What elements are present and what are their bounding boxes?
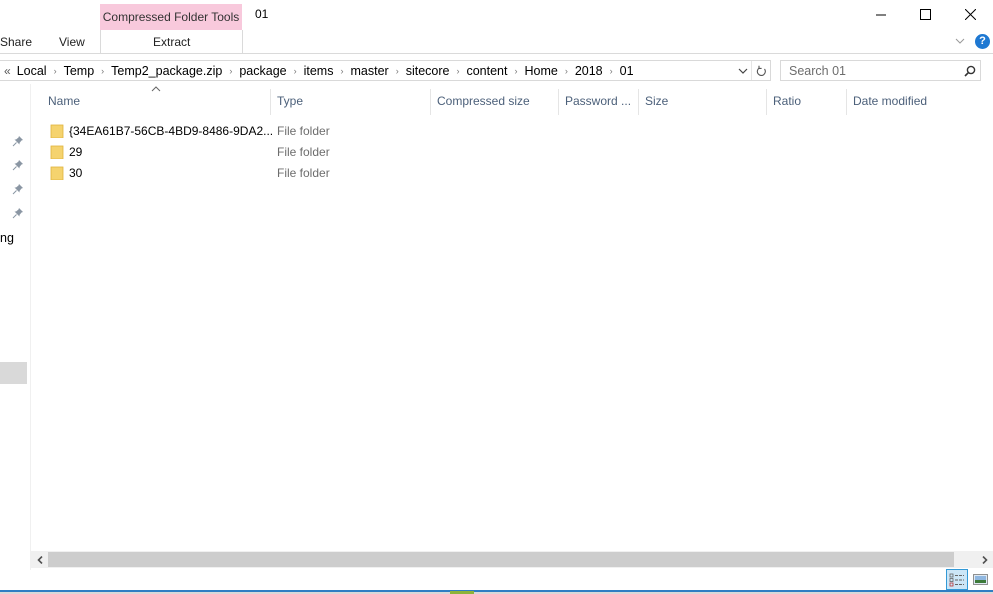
- refresh-icon: [756, 65, 766, 76]
- file-type: File folder: [277, 144, 330, 159]
- column-header-size[interactable]: Size: [639, 87, 766, 115]
- minimize-icon: [876, 14, 886, 15]
- breadcrumb-separator-icon[interactable]: ›: [98, 66, 107, 76]
- chevron-left-icon: [36, 555, 43, 564]
- column-header-name[interactable]: Name: [42, 87, 270, 115]
- file-type: File folder: [277, 123, 330, 138]
- address-bar[interactable]: « Local › Temp › Temp2_package.zip › pac…: [0, 60, 771, 81]
- breadcrumb-separator-icon[interactable]: ›: [511, 66, 520, 76]
- breadcrumb-separator-icon[interactable]: ›: [607, 66, 616, 76]
- tab-view[interactable]: View: [59, 35, 85, 49]
- breadcrumb-item[interactable]: Home: [520, 64, 561, 78]
- breadcrumb-separator-icon[interactable]: ›: [562, 66, 571, 76]
- address-history-dropdown[interactable]: [735, 61, 751, 80]
- breadcrumb-separator-icon[interactable]: ›: [337, 66, 346, 76]
- help-icon[interactable]: ?: [975, 34, 990, 49]
- file-name: 29: [69, 144, 83, 159]
- column-label: Compressed size: [437, 94, 530, 108]
- breadcrumb-separator-icon[interactable]: ›: [226, 66, 235, 76]
- chevron-down-icon: [955, 38, 965, 44]
- scroll-right-button[interactable]: [976, 551, 993, 568]
- tab-share[interactable]: Share: [0, 35, 32, 49]
- refresh-button[interactable]: [751, 61, 770, 80]
- breadcrumb-item[interactable]: Temp2_package.zip: [107, 64, 226, 78]
- column-header-type[interactable]: Type: [271, 87, 430, 115]
- breadcrumb-separator-icon[interactable]: ›: [51, 66, 60, 76]
- close-icon: [964, 9, 976, 20]
- breadcrumb-item[interactable]: items: [300, 64, 338, 78]
- pin-icon[interactable]: [12, 135, 24, 147]
- breadcrumb-item-current[interactable]: 01: [616, 64, 638, 78]
- breadcrumb-item[interactable]: package: [235, 64, 290, 78]
- folder-icon: [50, 124, 64, 138]
- minimize-button[interactable]: [858, 0, 904, 29]
- file-name: 30: [69, 165, 83, 180]
- nav-item-partial[interactable]: ng: [0, 231, 14, 245]
- large-icons-view-icon: [972, 574, 988, 585]
- search-box[interactable]: [780, 60, 981, 81]
- column-header-ratio[interactable]: Ratio: [767, 87, 846, 115]
- breadcrumb-item[interactable]: 2018: [571, 64, 607, 78]
- column-label: Ratio: [773, 94, 802, 108]
- breadcrumb-item[interactable]: Local: [13, 64, 51, 78]
- scroll-left-button[interactable]: [31, 551, 48, 568]
- file-name: {34EA61B7-56CB-4BD9-8486-9DA2...: [69, 123, 274, 138]
- pin-icon[interactable]: [12, 183, 24, 195]
- column-label: Type: [277, 94, 304, 108]
- breadcrumb-item[interactable]: Temp: [60, 64, 99, 78]
- window-title: 01: [255, 7, 269, 21]
- folder-icon: [50, 166, 64, 180]
- ribbon-divider: [0, 53, 993, 54]
- details-view-icon: [949, 573, 964, 586]
- breadcrumb-overflow[interactable]: «: [2, 64, 13, 78]
- chevron-down-icon: [738, 68, 748, 74]
- maximize-button[interactable]: [902, 0, 948, 29]
- column-label: Date modified: [853, 94, 928, 108]
- folder-icon: [50, 145, 64, 159]
- close-button[interactable]: [947, 0, 993, 29]
- large-icons-view-button[interactable]: [972, 572, 988, 587]
- nav-item-selected[interactable]: [0, 362, 27, 384]
- details-view-button[interactable]: [946, 569, 968, 590]
- breadcrumb: « Local › Temp › Temp2_package.zip › pac…: [0, 61, 735, 80]
- file-type: File folder: [277, 165, 330, 180]
- pin-icon[interactable]: [12, 159, 24, 171]
- search-input[interactable]: [781, 62, 960, 79]
- file-row[interactable]: 29 File folder: [44, 141, 944, 162]
- horizontal-scrollbar[interactable]: [31, 551, 993, 568]
- column-header-password[interactable]: Password ...: [559, 87, 638, 115]
- tab-extract[interactable]: Extract: [153, 35, 190, 49]
- maximize-icon: [919, 9, 931, 20]
- search-icon[interactable]: [960, 65, 980, 77]
- column-header-compressed-size[interactable]: Compressed size: [431, 87, 558, 115]
- column-header-date-modified[interactable]: Date modified: [847, 87, 987, 115]
- breadcrumb-item[interactable]: sitecore: [402, 64, 454, 78]
- pin-icon[interactable]: [12, 207, 24, 219]
- scrollbar-thumb[interactable]: [48, 552, 954, 567]
- navigation-pane[interactable]: ng: [0, 84, 31, 570]
- breadcrumb-item[interactable]: master: [346, 64, 392, 78]
- column-label: Password ...: [565, 94, 632, 108]
- breadcrumb-separator-icon[interactable]: ›: [453, 66, 462, 76]
- expand-ribbon-button[interactable]: [950, 33, 970, 49]
- file-row[interactable]: {34EA61B7-56CB-4BD9-8486-9DA2... File fo…: [44, 120, 944, 141]
- breadcrumb-item[interactable]: content: [462, 64, 511, 78]
- breadcrumb-separator-icon[interactable]: ›: [291, 66, 300, 76]
- column-label: Size: [645, 94, 669, 108]
- chevron-right-icon: [981, 555, 988, 564]
- compressed-folder-tools-group: Compressed Folder Tools: [100, 4, 242, 30]
- breadcrumb-separator-icon[interactable]: ›: [393, 66, 402, 76]
- file-row[interactable]: 30 File folder: [44, 162, 944, 183]
- column-label: Name: [48, 94, 81, 108]
